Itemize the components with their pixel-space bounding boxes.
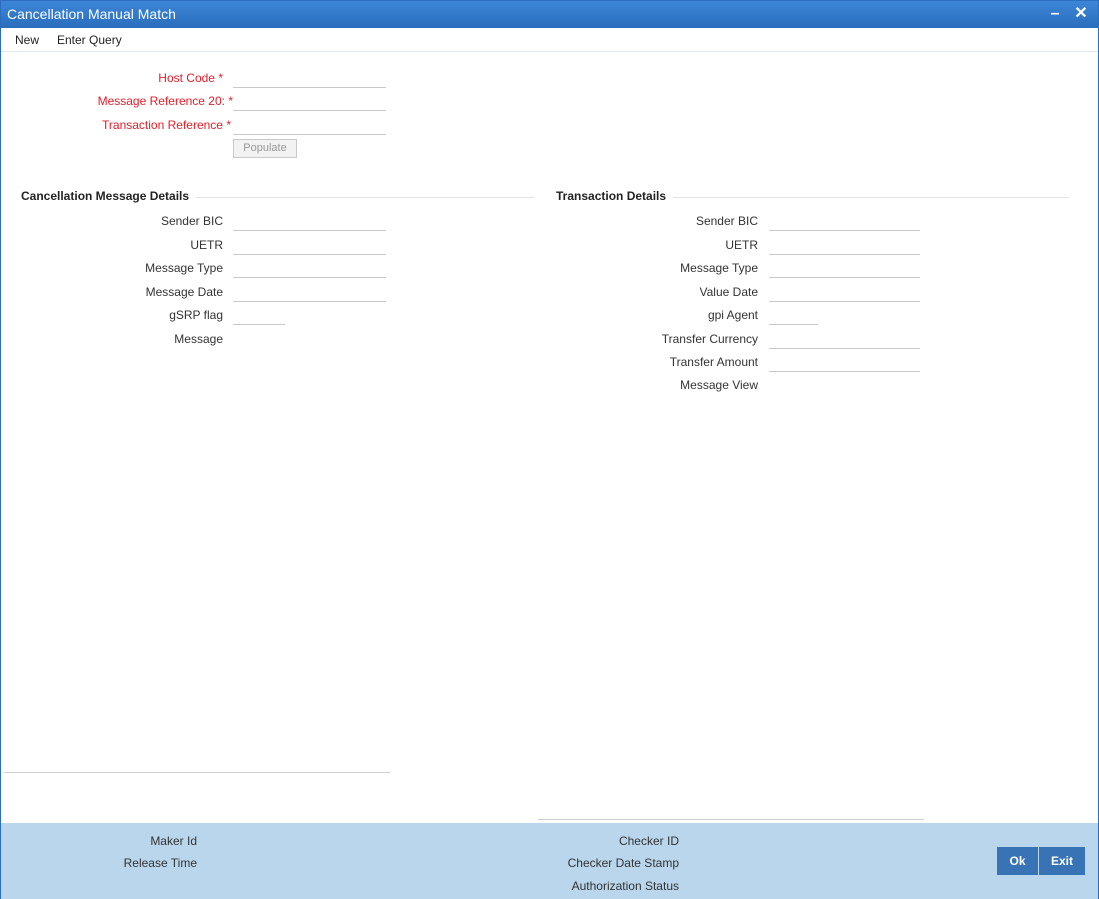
txn-uetr-label: UETR (725, 238, 758, 252)
checker-date-stamp-label: Checker Date Stamp (567, 856, 679, 870)
txn-gpi-agent-input[interactable] (769, 307, 818, 325)
cancel-message-date-input[interactable] (233, 284, 386, 302)
message-reference-label: Message Reference 20: * (97, 94, 233, 108)
exit-button[interactable]: Exit (1039, 847, 1085, 875)
cancel-uetr-input[interactable] (233, 237, 386, 255)
cancel-sender-bic-label: Sender BIC (160, 214, 223, 228)
menu-bar: New Enter Query (1, 28, 1098, 52)
menu-enter-query[interactable]: Enter Query (57, 33, 122, 47)
txn-uetr-input[interactable] (769, 237, 920, 255)
release-time-label: Release Time (123, 856, 197, 870)
menu-new[interactable]: New (15, 33, 39, 47)
cancel-message-type-input[interactable] (233, 260, 386, 278)
txn-transfer-amount-label: Transfer Amount (669, 355, 758, 369)
txn-gpi-agent-label: gpi Agent (707, 308, 758, 322)
minimize-icon[interactable]: – (1045, 4, 1065, 24)
txn-message-type-label: Message Type (680, 261, 758, 275)
cancel-message-type-label: Message Type (145, 261, 223, 275)
window-title: Cancellation Manual Match (7, 6, 176, 22)
cancel-sender-bic-input[interactable] (233, 213, 386, 231)
left-bottom-divider (4, 772, 390, 773)
txn-sender-bic-input[interactable] (769, 213, 920, 231)
transaction-details-divider (673, 197, 1069, 198)
host-code-input[interactable] (233, 70, 386, 88)
txn-transfer-amount-input[interactable] (769, 354, 920, 372)
main-window: Cancellation Manual Match – ✕ New Enter … (0, 0, 1099, 899)
txn-value-date-input[interactable] (769, 284, 920, 302)
cancel-gsrp-flag-label: gSRP flag (169, 308, 223, 322)
cancel-uetr-label: UETR (190, 238, 223, 252)
message-reference-input[interactable] (233, 93, 386, 111)
ok-button[interactable]: Ok (997, 847, 1038, 875)
cancellation-details-title: Cancellation Message Details (21, 189, 190, 203)
txn-value-date-label: Value Date (699, 285, 758, 299)
transaction-details-title: Transaction Details (556, 189, 667, 203)
populate-button[interactable]: Populate (233, 139, 297, 158)
close-icon[interactable]: ✕ (1071, 4, 1091, 24)
txn-transfer-currency-input[interactable] (769, 331, 920, 349)
audit-footer: Maker Id Release Time Checker ID Checker… (1, 823, 1098, 899)
host-code-label: Host Code * (158, 71, 223, 85)
txn-message-view-label: Message View (680, 378, 758, 392)
maker-id-label: Maker Id (150, 834, 197, 848)
cancellation-details-divider (196, 197, 534, 198)
title-bar: Cancellation Manual Match – ✕ (1, 1, 1098, 28)
cancel-gsrp-flag-input[interactable] (233, 307, 285, 325)
checker-id-label: Checker ID (618, 834, 679, 848)
cancel-message-label: Message (174, 332, 223, 346)
cancel-message-date-label: Message Date (145, 285, 223, 299)
txn-transfer-currency-label: Transfer Currency (661, 332, 758, 346)
right-bottom-divider (538, 819, 924, 820)
transaction-reference-input[interactable] (233, 117, 386, 135)
txn-sender-bic-label: Sender BIC (695, 214, 758, 228)
txn-message-type-input[interactable] (769, 260, 920, 278)
authorization-status-label: Authorization Status (571, 879, 679, 893)
transaction-reference-label: Transaction Reference * (102, 118, 231, 132)
